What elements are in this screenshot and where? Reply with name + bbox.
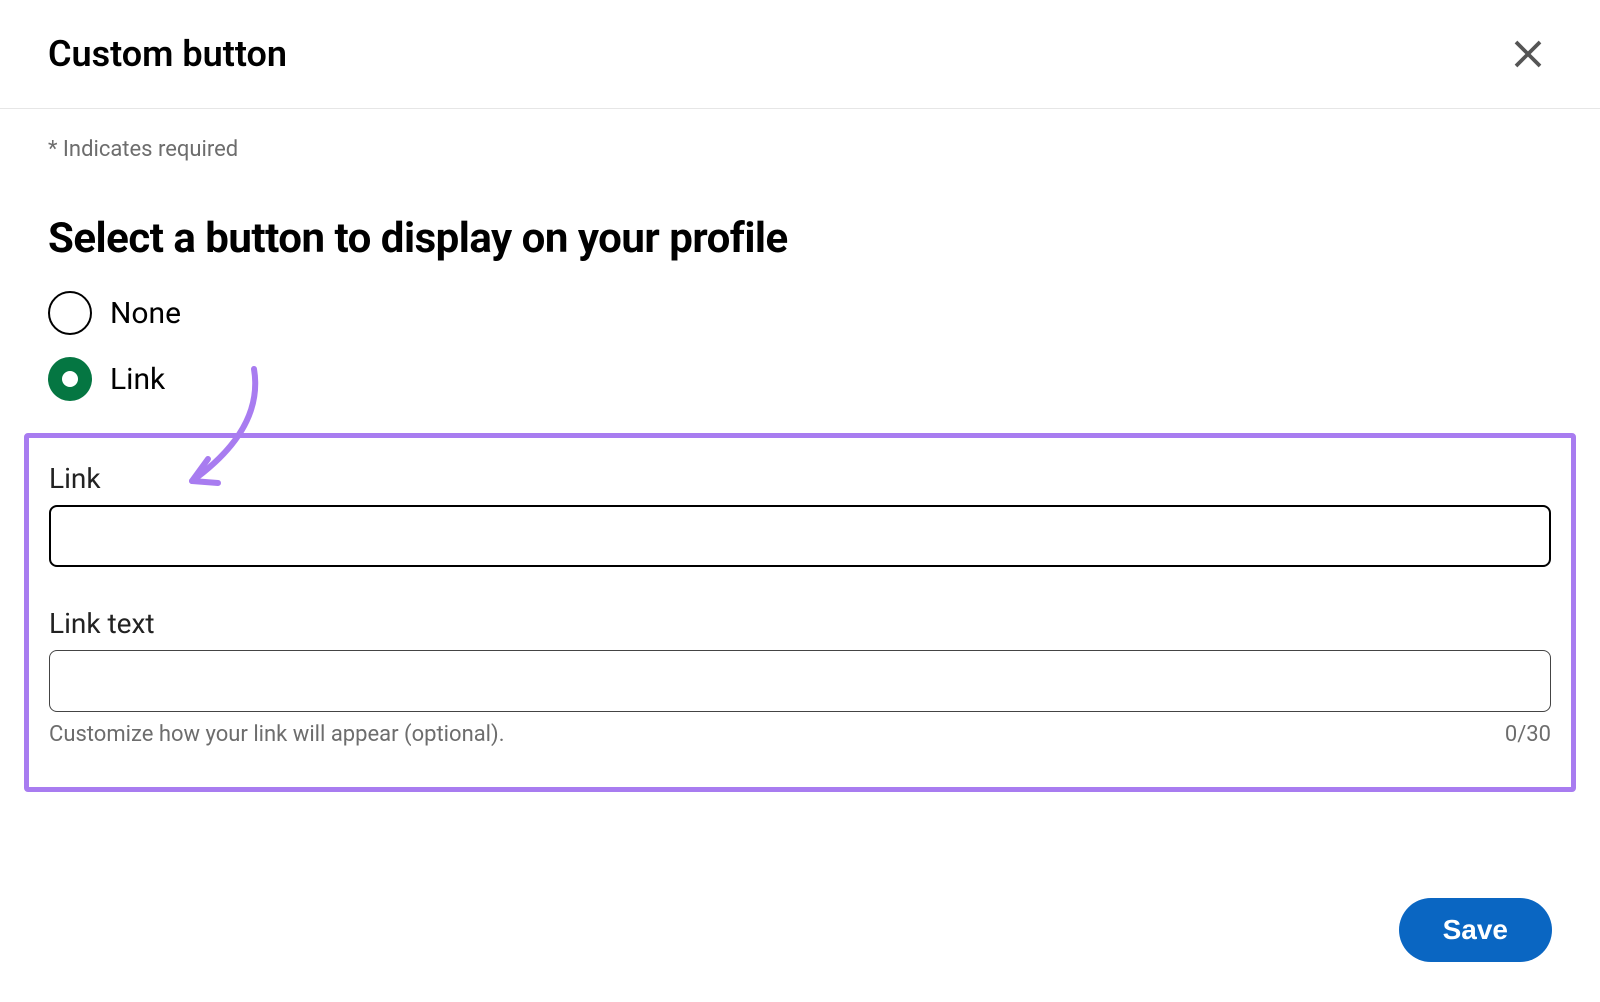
link-text-field-group: Link text Customize how your link will a… <box>49 607 1551 747</box>
link-text-helper-row: Customize how your link will appear (opt… <box>49 722 1551 747</box>
link-text-input[interactable] <box>49 650 1551 712</box>
radio-unchecked-icon <box>48 291 92 335</box>
radio-inner-dot-icon <box>62 371 78 387</box>
radio-option-none[interactable]: None <box>48 291 1552 335</box>
button-type-radio-group: None Link <box>48 291 1552 401</box>
custom-button-modal: Custom button * Indicates required Selec… <box>0 0 1600 1002</box>
link-text-counter: 0/30 <box>1505 722 1551 747</box>
close-button[interactable] <box>1504 30 1552 78</box>
save-button[interactable]: Save <box>1399 898 1552 962</box>
section-heading: Select a button to display on your profi… <box>48 214 1552 263</box>
link-url-field-group: Link <box>49 462 1551 567</box>
radio-label-none: None <box>110 296 181 331</box>
modal-footer: Save <box>0 888 1600 1002</box>
link-text-helper: Customize how your link will appear (opt… <box>49 722 505 747</box>
modal-body: * Indicates required Select a button to … <box>0 109 1600 888</box>
modal-header: Custom button <box>0 0 1600 109</box>
radio-option-link[interactable]: Link <box>48 357 1552 401</box>
modal-title: Custom button <box>48 33 287 75</box>
link-fields-highlight-box: Link Link text Customize how your link w… <box>24 433 1576 792</box>
radio-label-link: Link <box>110 362 165 397</box>
close-icon <box>1510 36 1546 72</box>
radio-checked-icon <box>48 357 92 401</box>
required-indicator-note: * Indicates required <box>48 137 1552 162</box>
link-url-label: Link <box>49 462 1551 495</box>
link-text-label: Link text <box>49 607 1551 640</box>
link-url-input[interactable] <box>49 505 1551 567</box>
